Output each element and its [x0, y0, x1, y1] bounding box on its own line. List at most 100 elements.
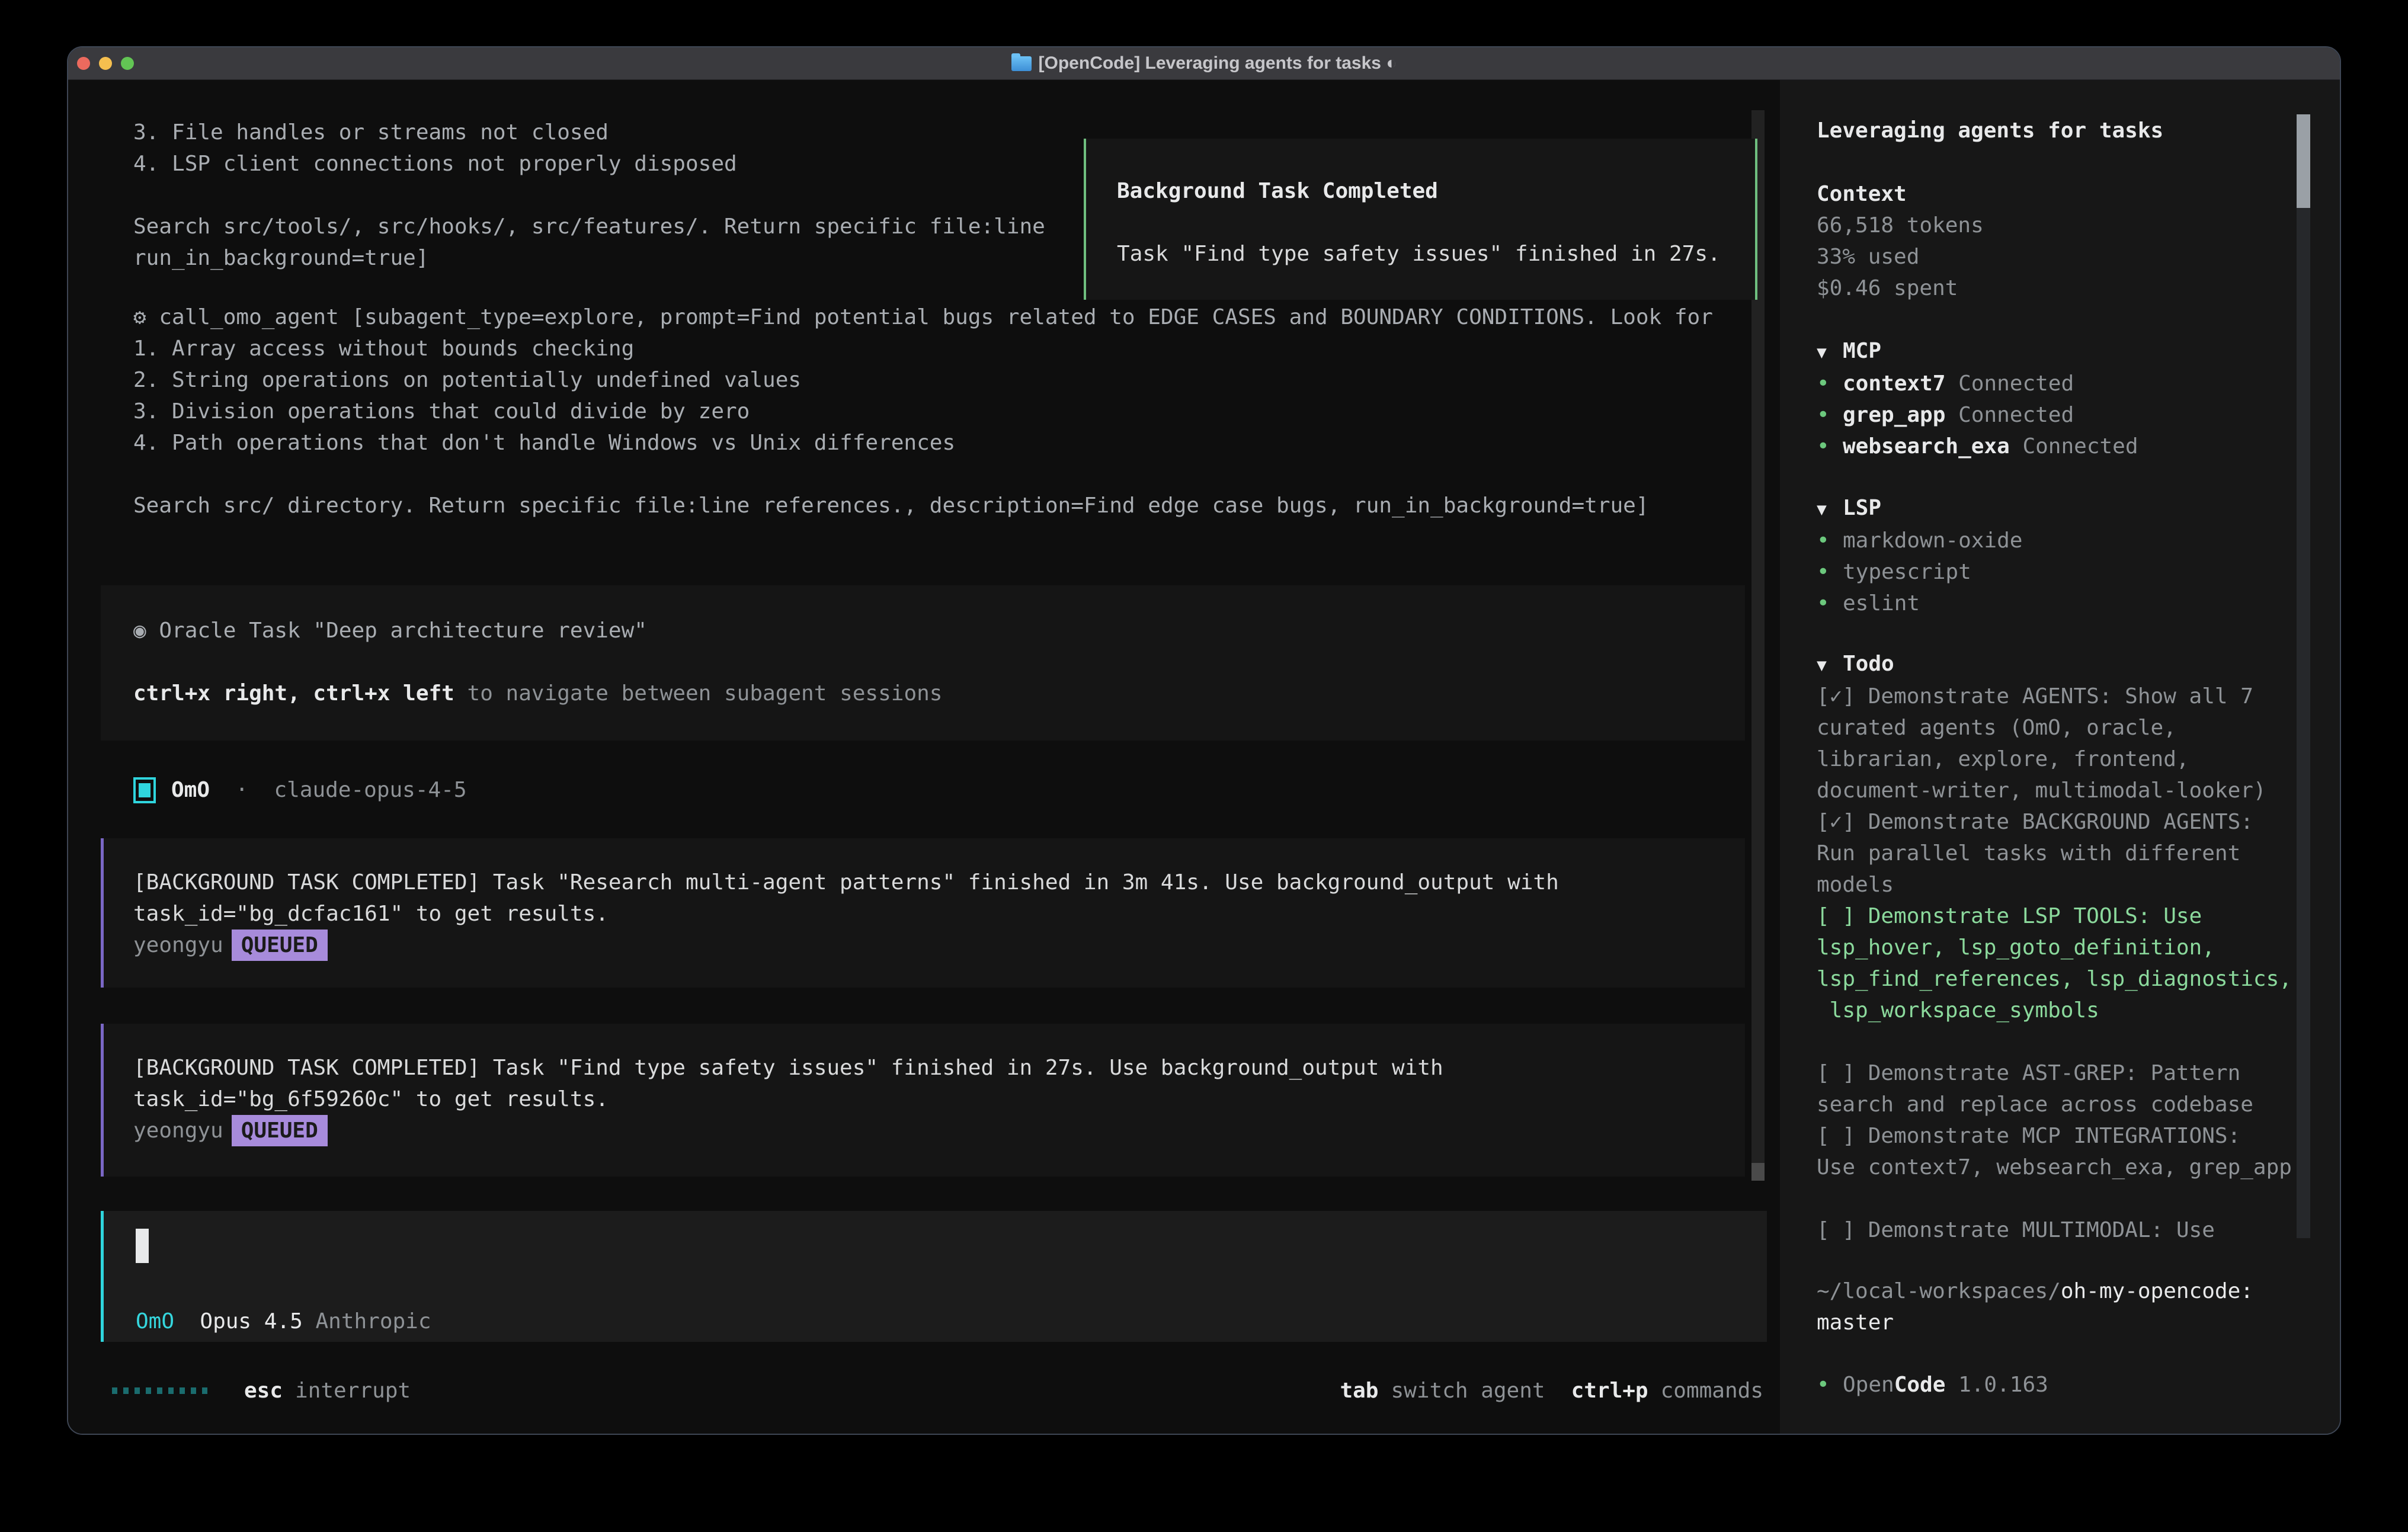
collapse-triangle-icon[interactable]: ▼ [1817, 493, 1843, 525]
notification-body: Task "Find type safety issues" finished … [1117, 238, 1755, 270]
oracle-task-header: ◉ Oracle Task "Deep architecture review" [133, 615, 1745, 646]
input-model-name: Opus 4.5 [200, 1309, 302, 1334]
agent-square-icon [133, 777, 156, 803]
context-section: Context 66,518 tokens 33% used $0.46 spe… [1817, 178, 1984, 304]
todo-section-header[interactable]: ▼Todo [1817, 648, 2292, 681]
status-dot-icon: • [1817, 525, 1843, 556]
oracle-shortcut: ctrl+x right, ctrl+x left [133, 681, 454, 706]
folder-icon [1011, 56, 1032, 71]
input-agent-name: OmO [136, 1309, 174, 1334]
todo-line-active: [ ] Demonstrate LSP TOOLS: Use [1817, 900, 2292, 932]
todo-line-active: lsp_hover, lsp_goto_definition, [1817, 932, 2292, 963]
app-version-row: •OpenCode 1.0.163 [1817, 1369, 2048, 1400]
todo-line: search and replace across codebase [1817, 1089, 2292, 1120]
tool-call-output: ⚙ call_omo_agent [subagent_type=explore,… [133, 302, 1713, 521]
todo-line: Use context7, websearch_exa, grep_app [1817, 1152, 2292, 1183]
workspace-branch: master [1817, 1307, 2253, 1338]
workspace-path: ~/local-workspaces/oh-my-opencode: [1817, 1275, 2253, 1307]
collapse-triangle-icon[interactable]: ▼ [1817, 336, 1843, 368]
esc-key-label: interrupt [295, 1375, 411, 1406]
todo-line: [ ] Demonstrate MCP INTEGRATIONS: [1817, 1120, 2292, 1152]
task-author: yeongyu [133, 1118, 223, 1143]
prompt-input[interactable]: OmO Opus 4.5 Anthropic [101, 1211, 1767, 1342]
tab-key-label: switch agent [1391, 1379, 1545, 1403]
status-dot-icon: • [1817, 556, 1843, 588]
terminal-output-top: 3. File handles or streams not closed 4.… [133, 117, 1045, 274]
close-button[interactable] [77, 57, 90, 70]
spinner-dots [112, 1385, 213, 1396]
background-task-message-1: [BACKGROUND TASK COMPLETED] Task "Resear… [101, 838, 1745, 988]
agent-name: OmO [171, 774, 210, 806]
oracle-task-hint: ctrl+x right, ctrl+x left to navigate be… [133, 678, 1745, 709]
opencode-window: [OpenCode] Leveraging agents for tasks ◐… [67, 46, 2341, 1435]
lsp-item: •typescript [1817, 556, 2022, 588]
todo-line: Run parallel tasks with different [1817, 838, 2292, 869]
minimize-button[interactable] [99, 57, 112, 70]
context-tokens: 66,518 tokens [1817, 210, 1984, 241]
todo-line: [✓] Demonstrate BACKGROUND AGENTS: [1817, 806, 2292, 838]
todo-line: librarian, explore, frontend, [1817, 743, 2292, 775]
agent-separator: · [235, 774, 248, 806]
context-spent: $0.46 spent [1817, 273, 1984, 304]
sidebar-scrollbar[interactable] [2297, 114, 2310, 1238]
task-message-body: [BACKGROUND TASK COMPLETED] Task "Resear… [133, 867, 1745, 930]
background-task-message-2: [BACKGROUND TASK COMPLETED] Task "Find t… [101, 1024, 1745, 1177]
maximize-button[interactable] [121, 57, 134, 70]
sidebar-scrollbar-thumb[interactable] [2297, 114, 2310, 208]
mcp-section-header[interactable]: ▼MCP [1817, 335, 2138, 368]
app-version: 1.0.163 [1945, 1373, 2048, 1397]
queued-badge: QUEUED [232, 1115, 328, 1146]
context-used: 33% used [1817, 241, 1984, 273]
window-title: [OpenCode] Leveraging agents for tasks ◐ [1011, 53, 1397, 73]
todo-line: [ ] Demonstrate MULTIMODAL: Use [1817, 1214, 2292, 1246]
terminal-scrollbar-thumb[interactable] [1751, 1163, 1765, 1181]
context-header: Context [1817, 178, 1984, 210]
collapse-triangle-icon[interactable]: ▼ [1817, 649, 1843, 681]
task-message-body: [BACKGROUND TASK COMPLETED] Task "Find t… [133, 1052, 1745, 1115]
todo-line: [ ] Demonstrate AST-GREP: Pattern [1817, 1057, 2292, 1089]
statusbar-left: esc interrupt [112, 1375, 411, 1406]
lsp-section: ▼LSP •markdown-oxide •typescript •eslint [1817, 492, 2022, 619]
agent-model: claude-opus-4-5 [274, 774, 466, 806]
esc-key-hint: esc [244, 1375, 283, 1406]
agent-session-row[interactable]: OmO · claude-opus-4-5 [133, 774, 467, 806]
session-sidebar: Leveraging agents for tasks Context 66,5… [1780, 80, 2340, 1434]
status-dot-icon: • [1817, 1369, 1843, 1400]
ctrlp-key-label: commands [1661, 1379, 1763, 1403]
status-dot-icon: • [1817, 588, 1843, 619]
ctrlp-key-hint: ctrl+p [1571, 1379, 1648, 1403]
lsp-item: •markdown-oxide [1817, 525, 2022, 556]
input-footer: OmO Opus 4.5 Anthropic [136, 1306, 431, 1337]
background-task-notification: Background Task Completed Task "Find typ… [1084, 139, 1757, 300]
oracle-shortcut-desc: to navigate between subagent sessions [454, 681, 943, 706]
status-dot-icon: • [1817, 431, 1843, 462]
text-cursor [136, 1229, 149, 1263]
input-provider-name: Anthropic [315, 1309, 431, 1334]
screen: [OpenCode] Leveraging agents for tasks ◐… [0, 0, 2408, 1532]
todo-line: models [1817, 869, 2292, 900]
window-titlebar[interactable]: [OpenCode] Leveraging agents for tasks ◐ [68, 47, 2340, 80]
mcp-item: •websearch_exa Connected [1817, 431, 2138, 462]
todo-line: document-writer, multimodal-looker) [1817, 775, 2292, 806]
task-author: yeongyu [133, 933, 223, 957]
oracle-task-box: ◉ Oracle Task "Deep architecture review"… [101, 585, 1745, 741]
todo-section: ▼Todo [✓] Demonstrate AGENTS: Show all 7… [1817, 648, 2292, 1246]
sidebar-session-title: Leveraging agents for tasks [1817, 115, 2163, 146]
workspace-footer: ~/local-workspaces/oh-my-opencode: maste… [1817, 1275, 2253, 1338]
mcp-item: •grep_app Connected [1817, 399, 2138, 431]
notification-title: Background Task Completed [1117, 175, 1755, 207]
lsp-section-header[interactable]: ▼LSP [1817, 492, 2022, 525]
status-dot-icon: • [1817, 399, 1843, 431]
task-message-meta: yeongyuQUEUED [133, 930, 1745, 961]
mcp-item: •context7 Connected [1817, 368, 2138, 399]
todo-line: [✓] Demonstrate AGENTS: Show all 7 [1817, 681, 2292, 712]
mcp-section: ▼MCP •context7 Connected •grep_app Conne… [1817, 335, 2138, 462]
todo-line-active: lsp_find_references, lsp_diagnostics, [1817, 963, 2292, 995]
status-dot-icon: • [1817, 368, 1843, 399]
task-message-meta: yeongyu QUEUED [133, 1115, 1745, 1146]
lsp-item: •eslint [1817, 588, 2022, 619]
todo-line: curated agents (OmO, oracle, [1817, 712, 2292, 743]
statusbar-right: tab switch agent ctrl+p commands [1340, 1375, 1763, 1406]
tab-key-hint: tab [1340, 1379, 1378, 1403]
todo-line-active: lsp_workspace_symbols [1817, 995, 2292, 1026]
